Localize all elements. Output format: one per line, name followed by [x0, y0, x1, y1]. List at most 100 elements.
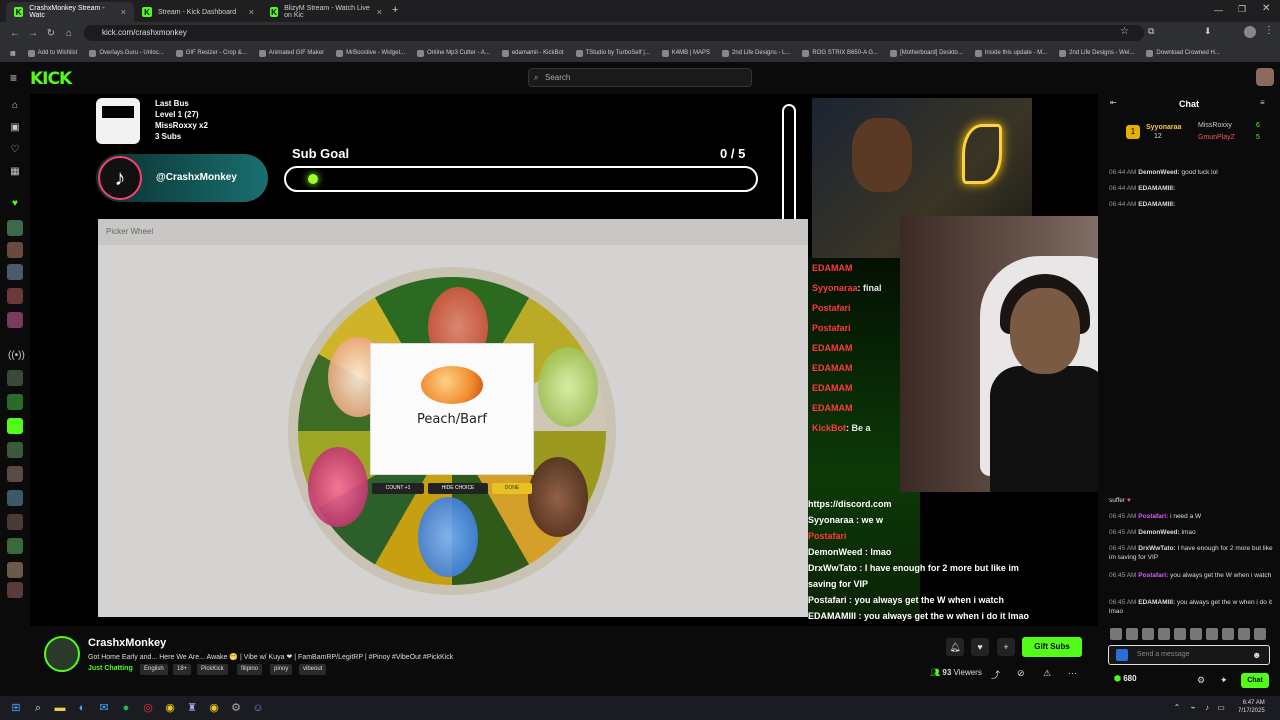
bookmark-item[interactable]: GIF Resizer - Crop &...	[170, 49, 253, 57]
notification-bell-icon[interactable]: 🔔︎	[946, 638, 964, 656]
hamburger-menu-icon[interactable]: ≡	[10, 71, 17, 85]
url-field[interactable]: kick.com/crashxmonkey	[84, 25, 1144, 41]
back-icon[interactable]: ←	[6, 24, 24, 42]
categories-nav-icon[interactable]: ▦	[8, 166, 22, 180]
bookmark-item[interactable]: MrBoostive - Widget...	[330, 49, 411, 57]
bookmark-item[interactable]: ROG STRIX B650-A G...	[796, 49, 884, 57]
bookmark-item[interactable]: TStudio by TurboSelf |...	[570, 49, 656, 57]
volume-icon[interactable]: ♪	[1200, 701, 1214, 715]
channel-avatar[interactable]	[7, 220, 23, 236]
streamer-avatar[interactable]	[44, 636, 80, 672]
emote-icon[interactable]	[1142, 628, 1154, 640]
share-icon[interactable]: ⤴	[991, 668, 1000, 681]
chat-settings-gear-icon[interactable]: ⚙	[1197, 675, 1205, 686]
bookmark-item[interactable]: K4MB | MAPS	[656, 49, 716, 57]
kick-logo[interactable]: KICK	[30, 69, 72, 89]
report-icon[interactable]: ⚠	[1043, 668, 1051, 679]
network-icon[interactable]: ⌁	[1186, 701, 1200, 715]
gift-icon[interactable]: +	[997, 638, 1015, 656]
chrome-icon[interactable]: ◉	[207, 701, 221, 715]
emote-icon[interactable]	[1126, 628, 1138, 640]
streamer-name[interactable]: CrashxMonkey	[88, 637, 166, 649]
emote-icon[interactable]	[1238, 628, 1250, 640]
discord-icon[interactable]: ☺	[251, 701, 265, 715]
menu-icon[interactable]: ⋮	[1264, 25, 1274, 36]
download-icon[interactable]: ⬇	[1204, 26, 1212, 37]
spotify-icon[interactable]: ●	[119, 701, 133, 715]
close-tab-icon[interactable]: ×	[377, 7, 382, 17]
app-icon[interactable]: ◎	[141, 701, 155, 715]
chat-settings-icon[interactable]: ≡	[1260, 98, 1265, 107]
bookmark-item[interactable]: Animated GIF Maker	[253, 49, 330, 57]
channel-avatar[interactable]	[7, 394, 23, 410]
bookmark-item[interactable]: [Motherboard] Deskto...	[884, 49, 969, 57]
home-nav-icon[interactable]: ⌂	[8, 100, 22, 114]
browser-tab-1[interactable]: K CrashxMonkey Stream - Watc ×	[6, 2, 134, 22]
bookmark-item[interactable]: Add to Wishlist	[22, 49, 84, 57]
edge-icon[interactable]: ◐	[75, 701, 89, 715]
stream-tag[interactable]: filipino	[237, 664, 263, 675]
chat-message-input[interactable]: Send a message	[1108, 645, 1270, 665]
channel-avatar[interactable]	[7, 514, 23, 530]
file-explorer-icon[interactable]: ▬	[53, 701, 67, 715]
hide-choice-button[interactable]: HIDE CHOICE	[428, 483, 488, 494]
stream-tag[interactable]: pinoy	[270, 664, 293, 675]
forward-icon[interactable]: →	[24, 24, 42, 42]
stream-tag[interactable]: English	[140, 664, 168, 675]
channel-avatar[interactable]	[7, 370, 23, 386]
emote-icon[interactable]	[1206, 628, 1218, 640]
taskbar-search-icon[interactable]: ⌕	[31, 701, 45, 715]
bookmark-star-icon[interactable]: ☆	[1120, 26, 1129, 37]
user-avatar[interactable]	[1256, 68, 1274, 86]
new-tab-icon[interactable]: +	[392, 4, 398, 16]
emote-icon[interactable]	[1222, 628, 1234, 640]
channel-avatar[interactable]	[7, 418, 23, 434]
windows-start-icon[interactable]: ⊞	[9, 701, 23, 715]
channel-avatar[interactable]	[7, 442, 23, 458]
bookmark-item[interactable]: 2nd Life Designs - Wel...	[1053, 49, 1140, 57]
emote-icon[interactable]	[1174, 628, 1186, 640]
done-button[interactable]: DONE	[492, 483, 532, 494]
stream-category[interactable]: Just Chatting	[88, 665, 133, 672]
home-icon[interactable]: ⌂	[60, 24, 78, 42]
browse-nav-icon[interactable]: ▣	[8, 122, 22, 136]
more-options-icon[interactable]: ⋯	[1068, 668, 1077, 679]
system-tray-icon[interactable]: ⌃	[1170, 701, 1184, 715]
following-nav-icon[interactable]: ♡	[8, 144, 22, 158]
channel-avatar[interactable]	[7, 538, 23, 554]
stream-tag[interactable]: PickKick	[197, 664, 228, 675]
close-tab-icon[interactable]: ×	[121, 7, 126, 17]
bookmark-item[interactable]: 2nd Life Designs - L...	[716, 49, 796, 57]
profile-avatar[interactable]	[1244, 26, 1256, 38]
maximize-icon[interactable]: ❐	[1238, 4, 1246, 15]
bookmark-item[interactable]: edamamii - KickBot	[496, 49, 570, 57]
bookmark-item[interactable]: Download Crowned H...	[1140, 49, 1225, 57]
app-icon[interactable]: ⚙	[229, 701, 243, 715]
emote-icon[interactable]	[1254, 628, 1266, 640]
emote-icon[interactable]	[1110, 628, 1122, 640]
extensions-icon[interactable]: ⧉	[1148, 26, 1154, 37]
emote-icon[interactable]	[1190, 628, 1202, 640]
minimize-icon[interactable]: —	[1214, 5, 1223, 15]
count-button[interactable]: COUNT +1	[372, 483, 424, 494]
search-input[interactable]: ⌕ Search	[528, 68, 752, 87]
hide-icon[interactable]: ⊘	[1017, 668, 1025, 679]
channel-avatar[interactable]	[7, 562, 23, 578]
channel-avatar[interactable]	[7, 312, 23, 328]
close-tab-icon[interactable]: ×	[249, 7, 254, 17]
video-player[interactable]: Last Bus Level 1 (27) MissRoxxy x2 3 Sub…	[30, 94, 1098, 626]
follow-heart-icon[interactable]: ♥	[971, 638, 989, 656]
app-icon[interactable]: ♜	[185, 701, 199, 715]
mail-icon[interactable]: ✉	[97, 701, 111, 715]
bookmark-item[interactable]: Online Mp3 Cutter - A...	[411, 49, 496, 57]
chat-tools-icon[interactable]: ✦	[1220, 675, 1228, 686]
channel-avatar[interactable]	[7, 288, 23, 304]
browser-tab-3[interactable]: K BlizyM Stream - Watch Live on Kic ×	[262, 2, 390, 22]
chrome-icon[interactable]: ◉	[163, 701, 177, 715]
battery-icon[interactable]: ▭	[1214, 701, 1228, 715]
bookmark-item[interactable]: Inside this update - M...	[969, 49, 1053, 57]
channel-avatar[interactable]	[7, 242, 23, 258]
taskbar-clock[interactable]: 6:47 AM 7/17/2025	[1238, 699, 1265, 715]
apps-grid-icon[interactable]: ▦	[0, 50, 22, 57]
emote-icon[interactable]	[1158, 628, 1170, 640]
